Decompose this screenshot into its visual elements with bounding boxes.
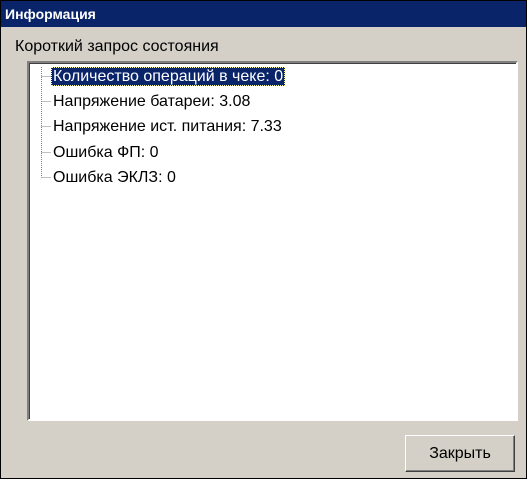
tree-item-fp-error[interactable]: Ошибка ФП: 0 [51, 143, 161, 162]
tree-item-operations-count[interactable]: Количество операций в чеке: 0 [51, 67, 286, 86]
info-dialog: Информация Короткий запрос состояния Кол… [0, 0, 527, 479]
title-bar[interactable]: Информация [1, 1, 526, 27]
close-button[interactable]: Закрыть [405, 435, 515, 472]
tree-item-power-voltage[interactable]: Напряжение ист. питания: 7.33 [51, 117, 284, 136]
tree-item-battery-voltage[interactable]: Напряжение батареи: 3.08 [51, 92, 252, 111]
status-tree[interactable]: Количество операций в чеке: 0 Напряжение… [27, 61, 518, 421]
group-label: Короткий запрос состояния [15, 38, 219, 55]
window-title: Информация [5, 6, 96, 22]
tree-item-eklz-error[interactable]: Ошибка ЭКЛЗ: 0 [51, 168, 178, 187]
